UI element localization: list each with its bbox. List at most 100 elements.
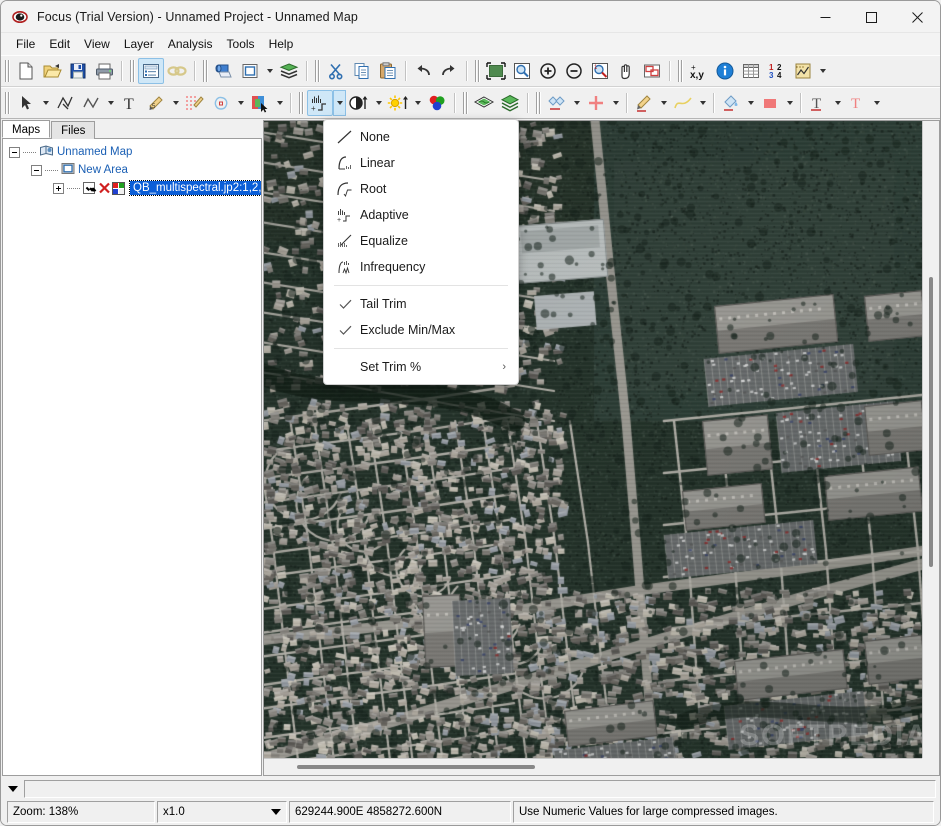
remove-layer-icon[interactable]	[99, 182, 110, 194]
info-icon[interactable]	[712, 58, 738, 84]
toolbar-grip[interactable]	[129, 60, 136, 82]
tab-files[interactable]: Files	[51, 121, 96, 139]
menu-item-set-trim-percent[interactable]: Set Trim % ›	[324, 354, 518, 380]
contrast-dropdown-arrow[interactable]	[372, 90, 385, 116]
tree-node-raster[interactable]: QB_multispectral.jp2:1,2,3	[3, 179, 261, 197]
menu-item-linear[interactable]: Linear	[324, 150, 518, 176]
toolbar-grip[interactable]	[314, 60, 321, 82]
contrast-icon[interactable]	[346, 90, 372, 116]
brush-line-icon[interactable]	[631, 90, 657, 116]
zoom-out-icon[interactable]	[561, 58, 587, 84]
menu-file[interactable]: File	[9, 35, 42, 53]
zoom-magnifier-icon[interactable]	[509, 58, 535, 84]
tab-maps[interactable]: Maps	[2, 120, 51, 138]
layers-stack-icon[interactable]	[276, 58, 302, 84]
brightness-dropdown-arrow[interactable]	[411, 90, 424, 116]
map-vertical-scroll-thumb[interactable]	[929, 277, 933, 567]
curve-dropdown-arrow[interactable]	[696, 90, 709, 116]
brightness-sun-icon[interactable]	[385, 90, 411, 116]
point-cross-icon[interactable]	[583, 90, 609, 116]
status-dropdown-arrow[interactable]	[4, 780, 22, 798]
expander-minus-icon[interactable]	[31, 164, 42, 176]
layer-visibility-checkbox[interactable]	[83, 182, 95, 194]
polyline-icon[interactable]	[78, 90, 104, 116]
menu-tools[interactable]: Tools	[220, 35, 262, 53]
tree-label-qb-multispectral[interactable]: QB_multispectral.jp2:1,2,3	[129, 180, 261, 196]
coordinates-xy-icon[interactable]: + x,y	[686, 58, 712, 84]
menu-edit[interactable]: Edit	[42, 35, 77, 53]
select-dropdown-arrow[interactable]	[39, 90, 52, 116]
pan-hand-icon[interactable]	[613, 58, 639, 84]
scale-dropdown-arrow[interactable]	[271, 809, 281, 815]
menu-item-infrequency[interactable]: Infrequency	[324, 254, 518, 280]
minimize-button[interactable]	[802, 1, 848, 33]
rgb-balls-icon[interactable]	[424, 90, 450, 116]
scissors-icon[interactable]	[323, 58, 349, 84]
redo-icon[interactable]	[436, 58, 462, 84]
toolbar-grip[interactable]	[474, 60, 481, 82]
text-color-dropdown-arrow[interactable]	[870, 90, 883, 116]
point-dropdown-arrow[interactable]	[609, 90, 622, 116]
expander-minus-icon[interactable]	[9, 146, 20, 158]
menu-item-exclude-min-max[interactable]: Exclude Min/Max	[324, 317, 518, 343]
status-blank-field[interactable]	[24, 780, 936, 798]
toolbar-grip[interactable]	[535, 92, 542, 114]
maximize-button[interactable]	[848, 1, 894, 33]
region-dropdown-arrow[interactable]	[234, 90, 247, 116]
polyline-dropdown-arrow[interactable]	[104, 90, 117, 116]
close-button[interactable]	[894, 1, 940, 33]
menu-view[interactable]: View	[77, 35, 117, 53]
map-layer-icon[interactable]	[471, 90, 497, 116]
map-horizontal-scroll-thumb[interactable]	[297, 765, 535, 769]
paste-icon[interactable]	[375, 58, 401, 84]
menu-layer[interactable]: Layer	[117, 35, 161, 53]
toolbar-grip[interactable]	[298, 92, 305, 114]
toolbar-grip[interactable]	[4, 60, 11, 82]
numbers-1234-icon[interactable]: 1234	[764, 58, 790, 84]
toolbar-grip[interactable]	[677, 60, 684, 82]
histogram-enhance-icon[interactable]: +	[307, 90, 333, 116]
copy-icon[interactable]	[349, 58, 375, 84]
text-style-dropdown-arrow[interactable]	[831, 90, 844, 116]
new-view-dropdown-arrow[interactable]	[263, 58, 276, 84]
map-vertical-scrollbar[interactable]	[922, 121, 939, 758]
zoom-in-icon[interactable]	[535, 58, 561, 84]
link-chain-icon[interactable]	[164, 58, 190, 84]
shape-region-icon[interactable]	[208, 90, 234, 116]
save-floppy-icon[interactable]	[65, 58, 91, 84]
menu-item-adaptive[interactable]: + Adaptive	[324, 202, 518, 228]
menu-item-tail-trim[interactable]: Tail Trim	[324, 291, 518, 317]
tree-label-new-area[interactable]: New Area	[78, 164, 128, 176]
undo-icon[interactable]	[410, 58, 436, 84]
menu-item-equalize[interactable]: Equalize	[324, 228, 518, 254]
symbol-dropdown-arrow[interactable]	[570, 90, 583, 116]
layers-tilt-icon[interactable]	[497, 90, 523, 116]
toolbar-grip[interactable]	[462, 92, 469, 114]
layer-list-icon[interactable]	[138, 58, 164, 84]
menu-item-none[interactable]: None	[324, 124, 518, 150]
arrow-select-icon[interactable]	[13, 90, 39, 116]
text-tool-icon[interactable]: T	[117, 90, 143, 116]
text-style-icon[interactable]: T	[805, 90, 831, 116]
text-color-icon[interactable]: T	[844, 90, 870, 116]
tree-node-area[interactable]: New Area	[3, 161, 261, 179]
paint-measure-icon[interactable]: 5	[143, 90, 169, 116]
toolbar-grip[interactable]	[202, 60, 209, 82]
raster-edit-icon[interactable]	[182, 90, 208, 116]
menu-help[interactable]: Help	[262, 35, 301, 53]
enhancement-menu[interactable]: None Linear Root + Adaptive Equalize Inf…	[323, 119, 519, 385]
new-file-icon[interactable]	[13, 58, 39, 84]
measure-ruler-icon[interactable]	[790, 58, 816, 84]
open-folder-icon[interactable]	[39, 58, 65, 84]
layer-select-dropdown-arrow[interactable]	[273, 90, 286, 116]
line-style-dropdown-arrow[interactable]	[657, 90, 670, 116]
fit-window-icon[interactable]	[483, 58, 509, 84]
print-icon[interactable]	[91, 58, 117, 84]
new-view-icon[interactable]	[237, 58, 263, 84]
tree-node-map[interactable]: Unnamed Map	[3, 143, 261, 161]
status-scale[interactable]: x1.0	[157, 801, 287, 823]
fill-dropdown-arrow[interactable]	[744, 90, 757, 116]
expander-plus-icon[interactable]	[53, 182, 64, 194]
blue-roll-icon[interactable]	[211, 58, 237, 84]
vertex-edit-icon[interactable]	[52, 90, 78, 116]
